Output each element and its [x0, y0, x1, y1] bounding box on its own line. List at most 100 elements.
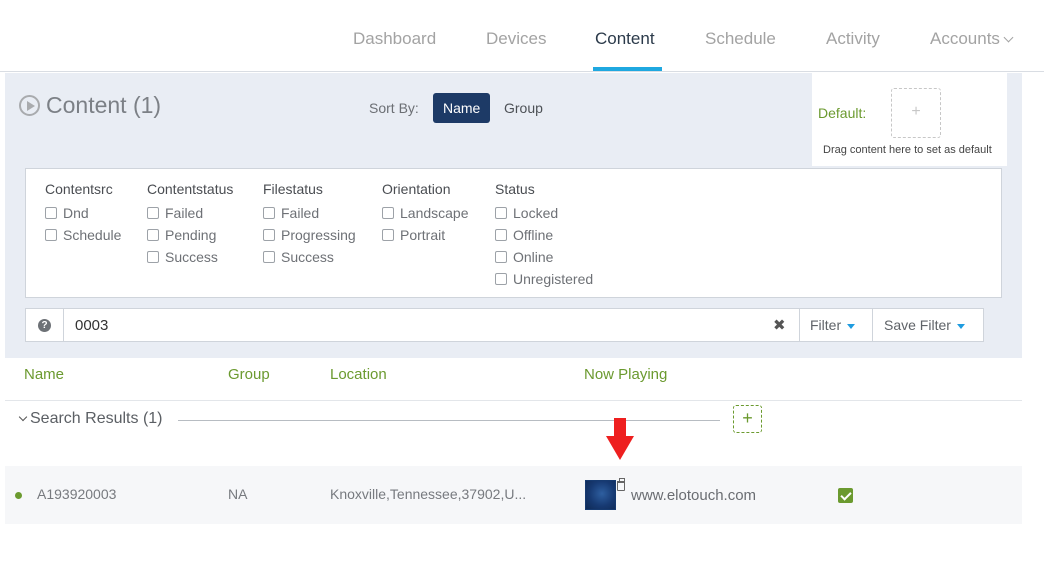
filter-heading: Status — [495, 181, 535, 197]
column-header-name[interactable]: Name — [24, 366, 64, 383]
nav-active-indicator — [593, 67, 662, 71]
filter-option-label: Success — [281, 249, 334, 265]
page-title: Content (1) — [46, 92, 162, 118]
annotation-arrow-head — [606, 436, 634, 460]
top-nav: Dashboard Devices Content Schedule Activ… — [0, 0, 1044, 72]
checkbox[interactable] — [382, 229, 394, 241]
search-input[interactable] — [66, 310, 766, 340]
filter-option[interactable]: Offline — [495, 224, 593, 246]
filter-option[interactable]: Dnd — [45, 202, 121, 224]
filter-option[interactable]: Progressing — [263, 224, 356, 246]
checkbox[interactable] — [263, 251, 275, 263]
sort-name-button[interactable]: Name — [433, 93, 491, 123]
filter-option-label: Unregistered — [513, 271, 594, 287]
filter-heading: Contentstatus — [147, 181, 234, 197]
checkbox[interactable] — [263, 229, 275, 241]
save-filter-button-label: Save Filter — [884, 317, 951, 333]
checkbox[interactable] — [495, 207, 507, 219]
chevron-down-icon — [1003, 32, 1014, 43]
filter-heading: Orientation — [382, 181, 451, 197]
row-name: A193920003 — [37, 486, 117, 502]
checkbox[interactable] — [263, 207, 275, 219]
column-header-group[interactable]: Group — [228, 366, 270, 383]
group-label: Search Results (1) — [30, 410, 163, 427]
row-checkbox[interactable] — [838, 488, 853, 503]
annotation-arrow-icon — [614, 418, 626, 438]
nav-accounts-label: Accounts — [930, 29, 1000, 48]
filter-option[interactable]: Failed — [263, 202, 356, 224]
default-content-box: Default: + Drag content here to set as d… — [812, 73, 1007, 166]
default-hint: Drag content here to set as default — [823, 144, 992, 156]
row-location: Knoxville,Tennessee,37902,U... — [330, 486, 527, 502]
filter-option[interactable]: Portrait — [382, 224, 469, 246]
save-filter-dropdown-button[interactable]: Save Filter — [872, 309, 983, 341]
caret-down-icon — [847, 324, 856, 329]
column-header-now-playing[interactable]: Now Playing — [584, 366, 667, 383]
filter-dropdown-button[interactable]: Filter — [799, 309, 873, 341]
nav-content[interactable]: Content — [595, 29, 655, 49]
filter-heading: Filestatus — [263, 181, 323, 197]
help-button[interactable]: ? — [26, 309, 64, 341]
filter-heading: Contentsrc — [45, 181, 113, 197]
checkbox[interactable] — [147, 207, 159, 219]
nav-devices[interactable]: Devices — [486, 29, 546, 49]
filter-option-label: Online — [513, 249, 554, 265]
checkbox[interactable] — [382, 207, 394, 219]
page-title-wrap: Content (1) — [19, 92, 161, 119]
nav-schedule[interactable]: Schedule — [705, 29, 776, 49]
filter-option[interactable]: Schedule — [45, 224, 121, 246]
filter-option-label: Locked — [513, 205, 559, 221]
filter-option[interactable]: Online — [495, 246, 593, 268]
nav-accounts[interactable]: Accounts — [930, 29, 1014, 49]
chevron-down-icon — [18, 412, 28, 422]
checkbox[interactable] — [495, 229, 507, 241]
sort-by-label: Sort By: — [369, 100, 419, 116]
filter-option[interactable]: Success — [147, 246, 233, 268]
filter-option[interactable]: Success — [263, 246, 356, 268]
now-playing-text: www.elotouch.com — [631, 487, 757, 504]
filter-option-label: Dnd — [63, 205, 89, 221]
checkbox[interactable] — [147, 251, 159, 263]
nav-activity[interactable]: Activity — [826, 29, 880, 49]
search-results-group-toggle[interactable]: Search Results (1) — [18, 410, 163, 428]
checkbox[interactable] — [495, 273, 507, 285]
clear-search-icon[interactable]: ✖ — [773, 316, 786, 334]
filter-button-label: Filter — [810, 317, 842, 333]
filter-group-contentsrc: Contentsrc Dnd Schedule — [45, 181, 121, 246]
filter-option[interactable]: Unregistered — [495, 268, 593, 290]
filter-option-label: Failed — [165, 205, 204, 221]
filter-option[interactable]: Locked — [495, 202, 593, 224]
filter-group-status: Status Locked Offline Online Unregistere… — [495, 181, 593, 290]
nav-dashboard[interactable]: Dashboard — [353, 29, 436, 49]
filter-group-contentstatus: Contentstatus Failed Pending Success — [147, 181, 233, 268]
filter-option[interactable]: Failed — [147, 202, 233, 224]
search-bar: ? ✖ Filter Save Filter — [25, 308, 984, 342]
checkbox[interactable] — [495, 251, 507, 263]
add-content-button[interactable]: + — [733, 405, 762, 433]
default-drop-zone[interactable]: + — [891, 88, 941, 138]
filter-option-label: Landscape — [400, 205, 469, 221]
sort-group-button[interactable]: Group — [494, 93, 553, 123]
filter-group-orientation: Orientation Landscape Portrait — [382, 181, 469, 246]
default-label: Default: — [818, 105, 867, 121]
filter-option-label: Offline — [513, 227, 554, 243]
filter-panel: Contentsrc Dnd Schedule Contentstatus Fa… — [25, 168, 1002, 298]
content-thumbnail[interactable] — [585, 480, 616, 510]
filter-option-label: Pending — [165, 227, 217, 243]
filter-option[interactable]: Pending — [147, 224, 233, 246]
column-header-location[interactable]: Location — [330, 366, 387, 383]
caret-down-icon — [956, 324, 965, 329]
filter-option-label: Schedule — [63, 227, 122, 243]
filter-option-label: Progressing — [281, 227, 356, 243]
checkbox[interactable] — [147, 229, 159, 241]
checkbox[interactable] — [45, 207, 57, 219]
filter-option-label: Portrait — [400, 227, 446, 243]
question-circle-icon: ? — [38, 318, 51, 332]
filter-group-filestatus: Filestatus Failed Progressing Success — [263, 181, 356, 268]
checkbox[interactable] — [45, 229, 57, 241]
trash-icon[interactable] — [617, 478, 625, 491]
status-dot-icon — [15, 492, 22, 499]
play-circle-icon — [19, 95, 40, 116]
filter-option[interactable]: Landscape — [382, 202, 469, 224]
filter-option-label: Success — [165, 249, 218, 265]
